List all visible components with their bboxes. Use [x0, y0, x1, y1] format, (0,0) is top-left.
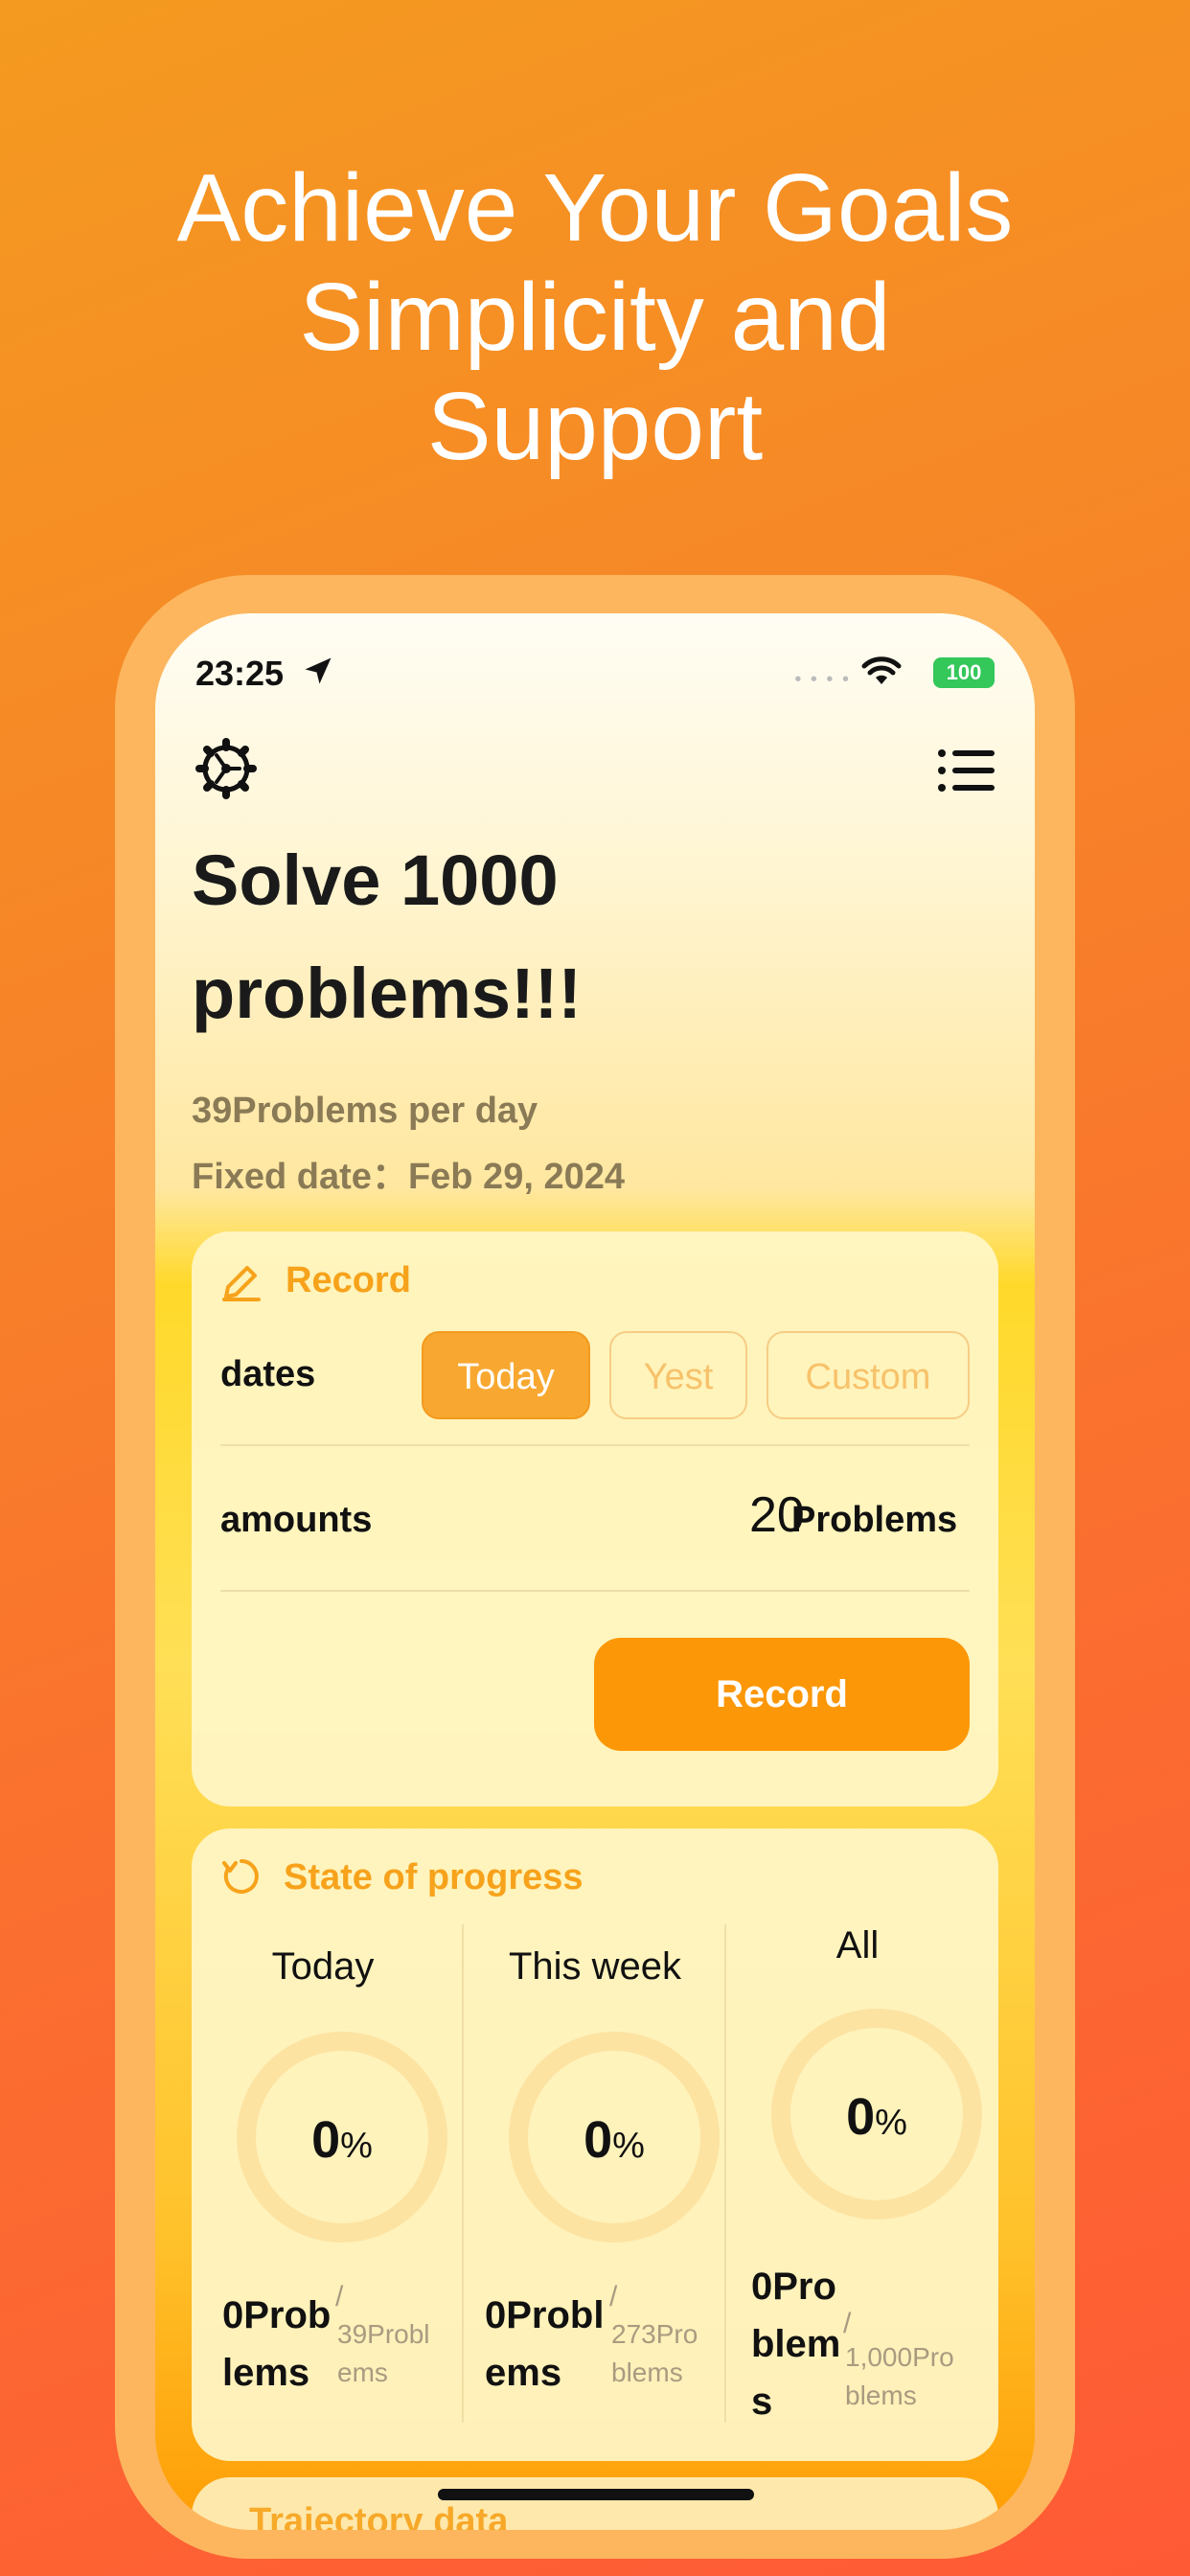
date-option-yesterday[interactable]: Yest	[609, 1331, 747, 1419]
target-count: 273Pro blems	[611, 2315, 698, 2392]
refresh-icon	[222, 1859, 259, 1894]
divider	[220, 1590, 970, 1592]
list-icon[interactable]	[937, 748, 995, 794]
battery-indicator: 100	[933, 657, 995, 688]
headline-line-2: Simplicity and	[299, 264, 891, 371]
home-indicator[interactable]	[438, 2489, 754, 2500]
amounts-label: amounts	[220, 1500, 373, 1540]
progress-ring: 0%	[237, 2032, 447, 2242]
slash: /	[609, 2281, 618, 2312]
amount-unit-label: Problems	[791, 1500, 958, 1540]
done-line: 0Probl	[485, 2294, 605, 2336]
done-line: 0Pro	[751, 2266, 836, 2308]
goal-title-line-2: problems!!!	[192, 954, 582, 1033]
done-line: ems	[485, 2352, 562, 2394]
done-line: s	[751, 2380, 773, 2423]
status-time: 23:25	[195, 654, 285, 693]
progress-percent: 0%	[509, 2110, 720, 2170]
done-line: lems	[222, 2352, 310, 2394]
target-line: 1,000Pro	[845, 2342, 954, 2372]
per-day-text: 39Problems per day	[192, 1091, 538, 1131]
progress-column-all: All 0% 0Pro blem s / 1,000Pro blems	[726, 1924, 989, 2423]
done-count: 0Probl ems	[485, 2287, 604, 2402]
goal-title-line-1: Solve 1000	[192, 840, 559, 920]
headline-line-1: Achieve Your Goals	[176, 154, 1014, 262]
record-card: Record dates Today Yest Custom amounts 2…	[192, 1231, 998, 1806]
target-line: ems	[337, 2358, 388, 2387]
target-count: 39Probl ems	[337, 2315, 430, 2392]
percent-value: 0	[584, 2111, 613, 2169]
progress-heading: State of progress	[284, 1857, 584, 1898]
percent-value: 0	[311, 2111, 341, 2169]
progress-column-week: This week 0% 0Probl ems / 273Pro blems	[464, 1924, 726, 2423]
fixed-date-text: Fixed date：Feb 29, 2024	[192, 1157, 625, 1197]
record-button[interactable]: Record	[594, 1638, 970, 1751]
wifi-icon	[861, 656, 902, 684]
progress-ring: 0%	[771, 2009, 982, 2220]
headline-line-3: Support	[426, 373, 764, 480]
progress-card: State of progress Today 0% 0Prob lems / …	[192, 1828, 998, 2461]
progress-percent: 0%	[237, 2110, 447, 2170]
date-option-today[interactable]: Today	[422, 1331, 590, 1419]
date-option-custom[interactable]: Custom	[767, 1331, 970, 1419]
target-line: blems	[611, 2358, 683, 2387]
progress-ring: 0%	[509, 2032, 720, 2242]
percent-sign: %	[612, 2126, 645, 2166]
slash: /	[335, 2281, 344, 2312]
target-line: 273Pro	[611, 2319, 698, 2349]
location-arrow-icon	[305, 657, 332, 684]
done-line: 0Prob	[222, 2294, 332, 2336]
pencil-icon	[222, 1266, 261, 1301]
progress-title: All	[835, 1924, 880, 1966]
progress-percent: 0%	[771, 2087, 982, 2147]
goal-title: Solve 1000 problems!!!	[192, 824, 977, 1050]
dates-label: dates	[220, 1354, 316, 1394]
done-count: 0Pro blem s	[751, 2258, 840, 2430]
slash: /	[843, 2308, 852, 2339]
percent-sign: %	[875, 2103, 907, 2143]
phone-screen: 23:25 • • • • 100 Solve 1000 problems!!!…	[155, 613, 1035, 2530]
status-bar: 23:25 • • • • 100	[195, 652, 995, 700]
progress-column-today: Today 0% 0Prob lems / 39Probl ems	[192, 1924, 454, 2423]
target-count: 1,000Pro blems	[845, 2338, 954, 2415]
target-line: blems	[845, 2380, 917, 2410]
target-line: 39Probl	[337, 2319, 430, 2349]
done-line: blem	[751, 2323, 841, 2365]
divider	[220, 1444, 970, 1446]
record-heading: Record	[286, 1260, 411, 1300]
gear-icon[interactable]	[195, 738, 257, 799]
cellular-signal-icon: • • • •	[794, 669, 851, 690]
percent-sign: %	[340, 2126, 373, 2166]
promo-headline: Achieve Your Goals Simplicity and Suppor…	[0, 153, 1190, 481]
progress-title: This week	[508, 1945, 682, 1988]
done-count: 0Prob lems	[222, 2287, 331, 2402]
trajectory-heading: Trajectory data	[249, 2501, 509, 2530]
percent-value: 0	[846, 2088, 876, 2146]
progress-title: Today	[271, 1945, 375, 1988]
